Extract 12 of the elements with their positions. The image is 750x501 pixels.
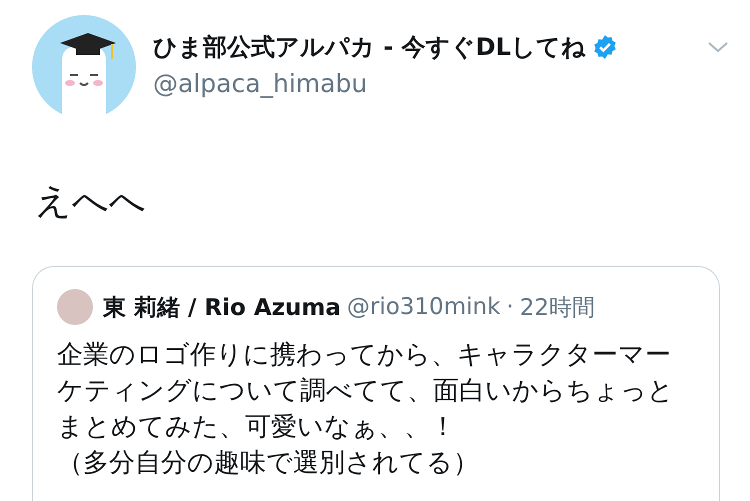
separator-dot: · [506,294,514,320]
author-handle[interactable]: @alpaca_himabu [153,69,730,98]
quoted-tweet-text: （多分自分の趣味で選別されてる） [57,447,480,480]
quoted-tweet-text: 企業のロゴ作りに携わってから、キャラクターマーケティングについて調べてて、面白いからちょっとまとめてみた、可愛いなぁ、、！ [57,339,675,444]
quoted-author-name[interactable]: 東 莉緒 / Rio Azuma [103,292,341,322]
quoted-author-handle[interactable]: @rio310mink [346,294,500,320]
quoted-time: 22時間 [520,294,595,322]
tweet-text: えへへ [35,180,147,224]
alpaca-avatar-icon[interactable] [32,15,136,119]
quoted-tweet-card[interactable]: 東 莉緒 / Rio Azuma @rio310mink · 22時間 企業のロゴ作りに携わってから、キャラクターマーケティングについて調べてて、面白いからちょっとまとめてみた、可愛いなぁ、、！ （多分自分の趣味で選別されてる） [32,266,720,501]
avatar-placeholder[interactable] [57,289,93,325]
author-name[interactable]: ひま部公式アルパカ - 今すぐDLしてね [153,31,586,63]
